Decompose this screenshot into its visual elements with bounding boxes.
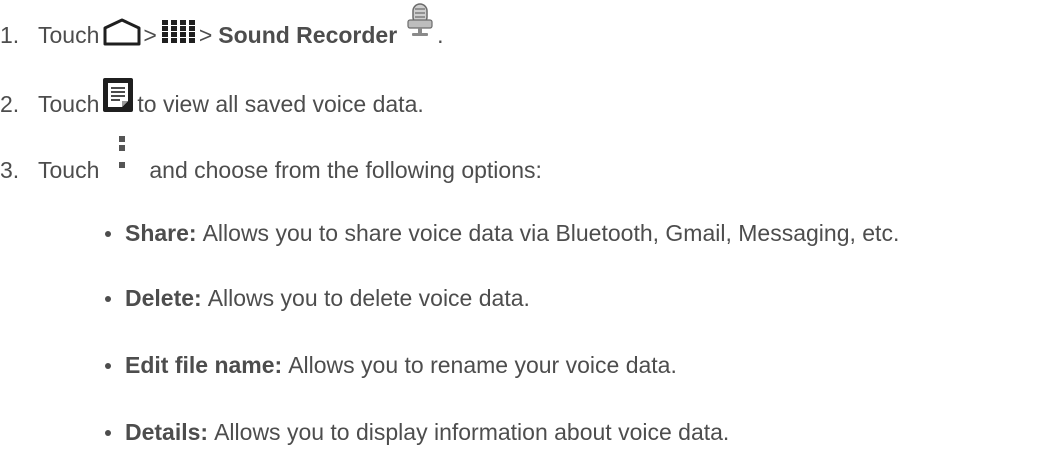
list-icon (103, 78, 134, 118)
option-term: Delete: (125, 285, 202, 311)
step-text: to view all saved voice data. (137, 90, 424, 117)
option-term: Edit file name: (125, 352, 283, 378)
menu-overflow-icon (117, 136, 127, 176)
option-desc: Allows you to rename your voice data. (288, 352, 677, 378)
option-term: Share: (125, 220, 197, 246)
option-desc: Allows you to delete voice data. (207, 285, 530, 311)
option-share: Share: Allows you to share voice data vi… (105, 220, 899, 247)
option-desc: Allows you to display information about … (214, 419, 730, 445)
step-3: 3. Touch and choose from the following o… (0, 136, 542, 190)
bullet (105, 362, 111, 369)
step-end: . (437, 21, 444, 48)
step-number: 1. (0, 21, 20, 48)
app-name: Sound Recorder (218, 21, 398, 48)
separator: > (198, 21, 213, 48)
step-2: 2. Touch to view all saved voice data. (0, 78, 424, 124)
bullet (105, 429, 111, 436)
bullet (105, 230, 111, 237)
option-delete: Delete: Allows you to delete voice data. (105, 285, 530, 312)
option-term: Details: (125, 419, 209, 445)
step-text: and choose from the following options: (149, 156, 542, 183)
step-text: Touch (38, 90, 100, 117)
bullet (105, 295, 111, 302)
step-text: Touch (38, 156, 100, 183)
step-1: 1. Touch > > Sound Recorder . (0, 3, 444, 56)
step-number: 3. (0, 156, 20, 183)
step-number: 2. (0, 90, 20, 117)
option-details: Details: Allows you to display informati… (105, 419, 729, 446)
home-icon (103, 18, 141, 52)
option-edit-file-name: Edit file name: Allows you to rename you… (105, 352, 677, 379)
microphone-app-icon (405, 2, 435, 44)
separator: > (143, 21, 157, 48)
apps-grid-icon (161, 19, 197, 51)
option-desc: Allows you to share voice data via Bluet… (202, 220, 900, 246)
step-text: Touch (38, 21, 100, 48)
